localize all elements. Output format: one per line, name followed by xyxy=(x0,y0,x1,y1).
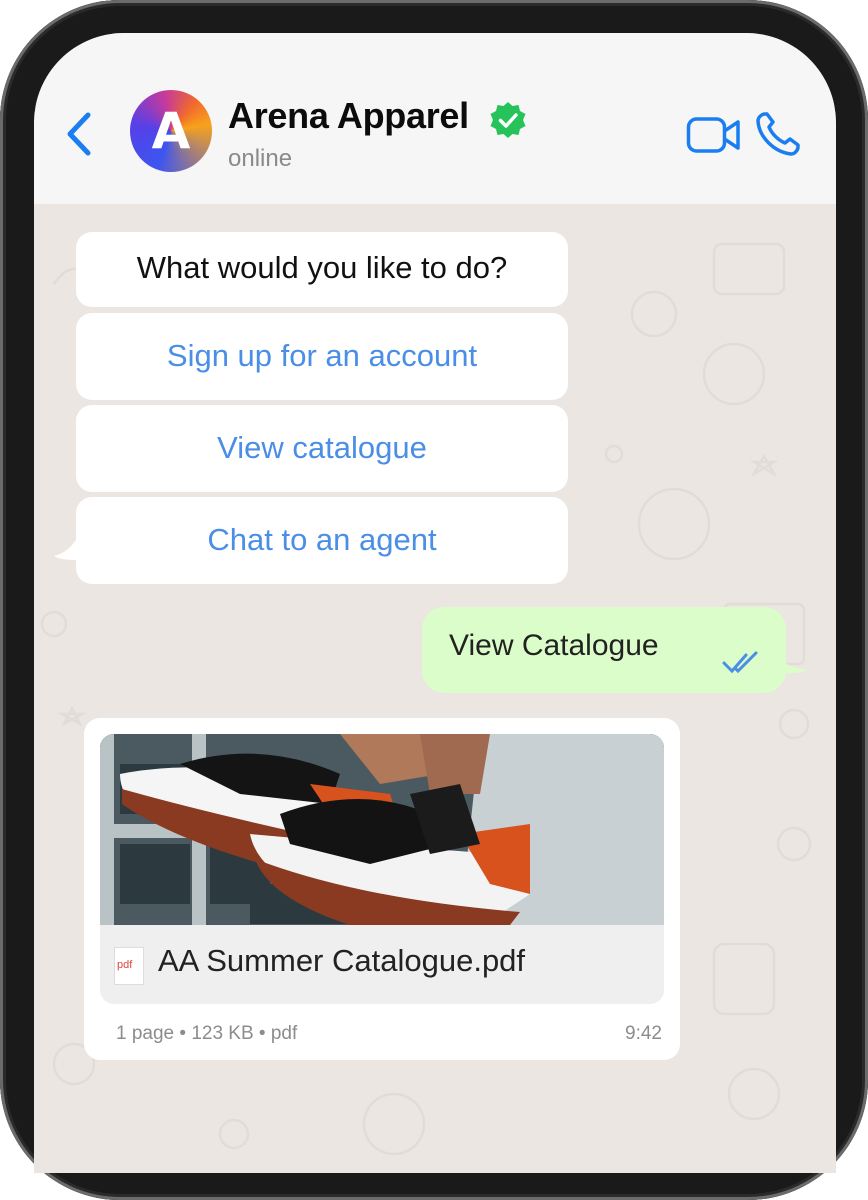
chat-area[interactable]: What would you like to do? Sign up for a… xyxy=(34,204,836,1173)
avatar[interactable]: A xyxy=(130,90,212,172)
phone-call-icon[interactable] xyxy=(754,110,802,158)
pdf-file-icon: pdf xyxy=(114,947,144,985)
contact-name[interactable]: Arena Apparel xyxy=(228,95,469,137)
phone-frame: A Arena Apparel online What would you li… xyxy=(0,0,868,1200)
file-metadata: 1 page • 123 KB • pdf xyxy=(116,1023,298,1044)
contact-status: online xyxy=(228,145,293,172)
option-sign-up-button[interactable]: Sign up for an account xyxy=(76,313,568,400)
message-timestamp: 9:42 xyxy=(625,1023,662,1044)
pdf-file-type-label: pdf xyxy=(117,959,133,971)
back-chevron-icon[interactable] xyxy=(64,111,94,157)
catalogue-preview-image xyxy=(100,734,664,925)
outgoing-message-text: View Catalogue xyxy=(449,629,659,662)
file-message[interactable]: pdf AA Summer Catalogue.pdf 1 page • 123… xyxy=(84,718,680,1060)
video-call-icon[interactable] xyxy=(686,115,742,155)
option-chat-to-agent-button[interactable]: Chat to an agent xyxy=(76,497,568,584)
file-name[interactable]: AA Summer Catalogue.pdf xyxy=(158,943,525,979)
avatar-letter: A xyxy=(151,102,191,160)
read-receipt-double-check-icon xyxy=(722,651,758,674)
chat-screen: A Arena Apparel online What would you li… xyxy=(34,33,836,1173)
file-info-row[interactable]: pdf AA Summer Catalogue.pdf xyxy=(100,925,664,1004)
file-preview[interactable]: pdf AA Summer Catalogue.pdf xyxy=(100,734,664,1004)
outgoing-message: View Catalogue xyxy=(422,607,786,693)
verified-badge-icon xyxy=(490,102,526,138)
option-view-catalogue-button[interactable]: View catalogue xyxy=(76,405,568,492)
outgoing-bubble-tail xyxy=(774,652,808,674)
chat-header: A Arena Apparel online xyxy=(34,33,836,204)
incoming-prompt-message: What would you like to do? xyxy=(76,232,568,307)
incoming-bubble-tail xyxy=(54,536,90,566)
